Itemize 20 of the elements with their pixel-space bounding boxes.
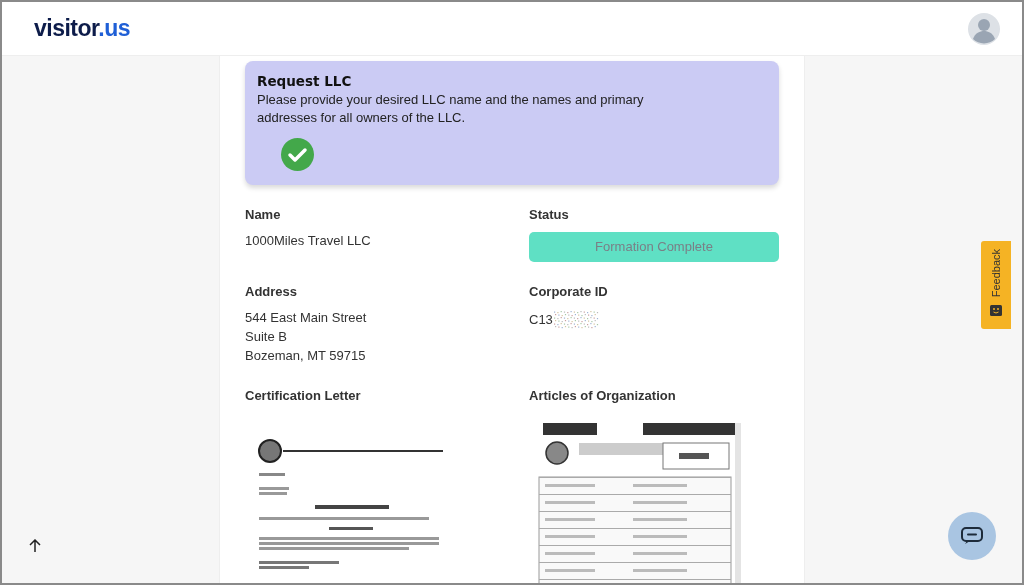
- field-label: Address: [245, 282, 299, 301]
- card-description: Please provide your desired LLC name and the names and primary addresses for all owners of the LLC.: [257, 91, 645, 128]
- arrow-up-icon: [28, 538, 42, 553]
- feedback-tab[interactable]: Feedback: [981, 241, 1011, 329]
- field-label: Articles of Organization: [529, 386, 677, 405]
- field-label: Certification Letter: [245, 386, 362, 405]
- smiley-icon: [990, 305, 1002, 317]
- field-label: Name: [245, 205, 282, 224]
- status-badge: Formation Complete: [529, 232, 779, 262]
- field-label: Corporate ID: [529, 282, 609, 301]
- chat-icon: [961, 527, 983, 545]
- card-title: Request LLC: [257, 72, 353, 91]
- field-value: Bozeman, MT 59715: [245, 346, 367, 365]
- field-value: C13: [529, 310, 553, 329]
- field-value: Suite B: [245, 327, 288, 346]
- field-label: Status: [529, 205, 570, 224]
- field-value: 1000Miles Travel LLC: [245, 232, 372, 251]
- field-value: 544 East Main Street: [245, 309, 368, 328]
- chat-button[interactable]: [948, 512, 996, 560]
- logo[interactable]: visitor.us: [34, 11, 130, 46]
